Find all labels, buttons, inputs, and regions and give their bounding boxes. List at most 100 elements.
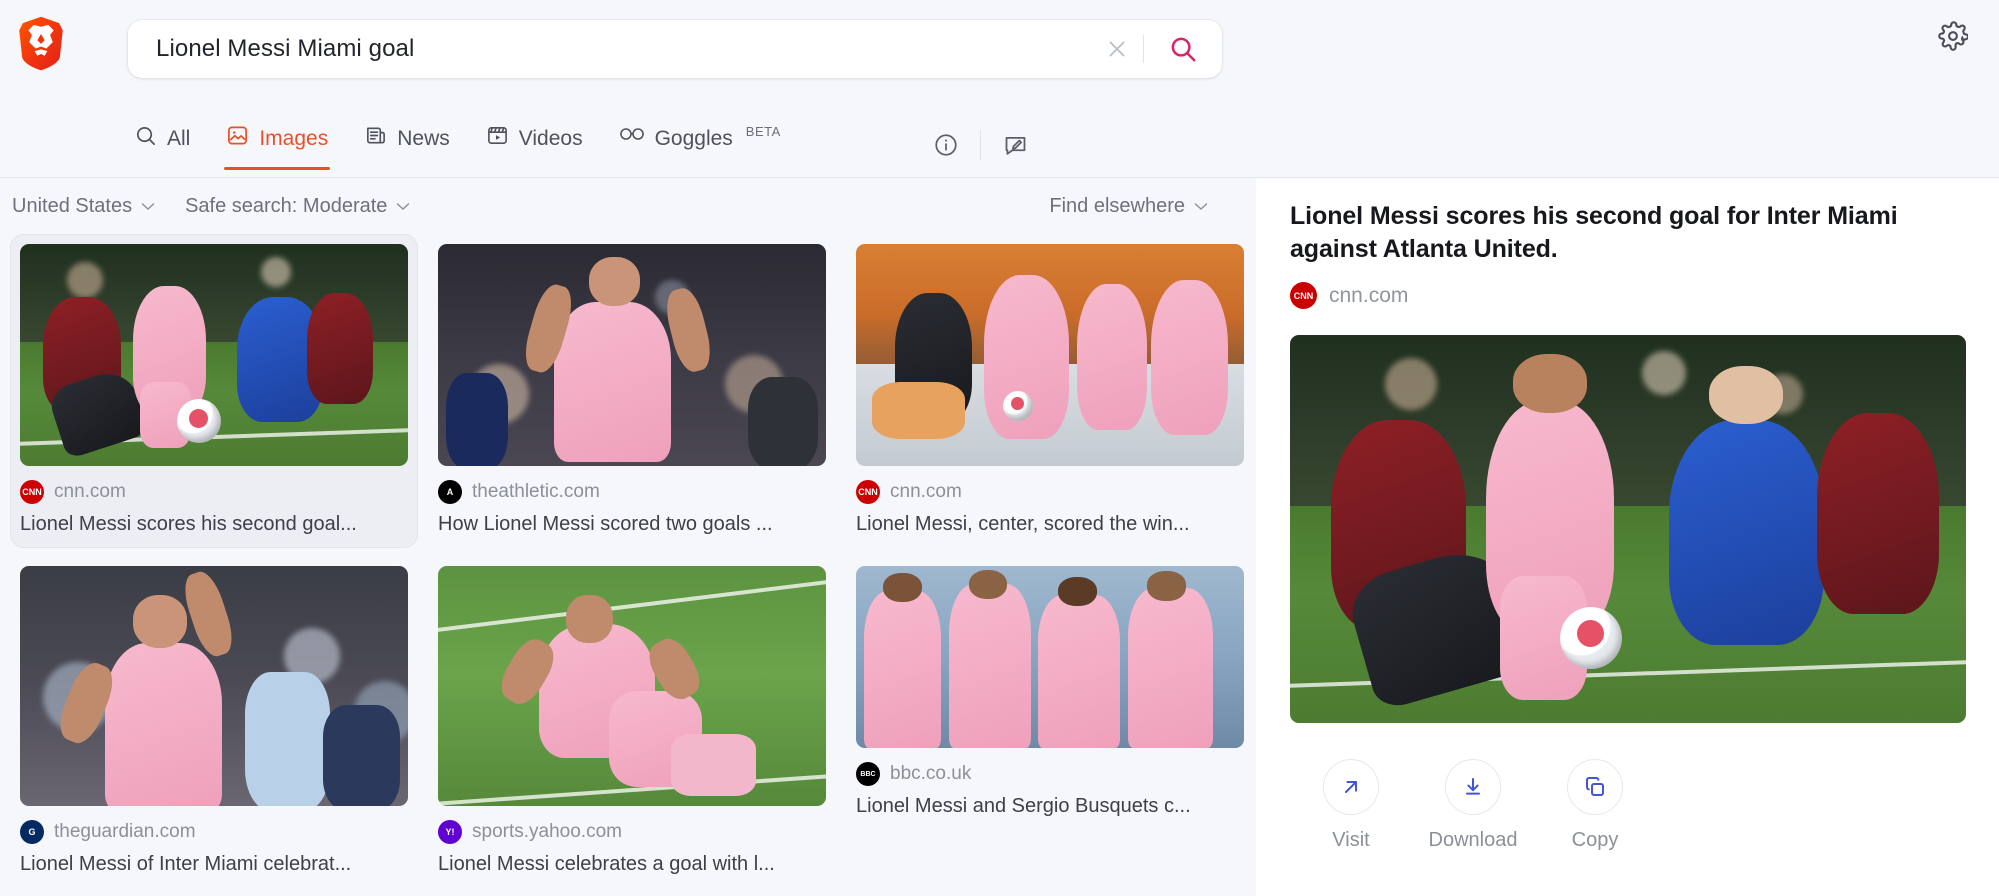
tab-news-label: News [397,127,450,150]
visit-label: Visit [1332,829,1370,851]
result-caption: Lionel Messi of Inter Miami celebrat... [20,853,352,875]
info-button[interactable] [922,124,970,166]
result-thumbnail[interactable] [438,244,826,466]
photo-messi-shot-vs-keeper [1290,335,1966,723]
result-source-name: cnn.com [890,481,962,502]
chevron-down-icon [141,202,155,210]
tab-videos-label: Videos [518,127,583,150]
photo-messi-shot-vs-keeper [20,244,408,466]
goggles-icon [619,128,644,140]
image-result-card[interactable]: CNN cnn.com Lionel Messi scores his seco… [10,234,418,548]
image-icon [228,126,248,145]
result-caption: How Lionel Messi scored two goals ... [438,513,773,535]
tab-all[interactable]: All [120,116,204,170]
info-icon [935,134,957,156]
photo-messi-celebrating-arms-up [438,244,826,466]
search-input[interactable] [128,21,1091,77]
tab-goggles[interactable]: Goggles BETA [605,116,795,170]
image-result-card[interactable]: BBC bbc.co.uk Lionel Messi and Sergio Bu… [846,556,1254,888]
result-source-name: bbc.co.uk [890,763,972,784]
image-results-grid: CNN cnn.com Lionel Messi scores his seco… [0,234,1256,896]
clear-search-button[interactable] [1091,21,1143,77]
cnn-favicon: CNN [856,480,880,504]
chevron-down-icon [397,202,410,210]
brave-lion-logo[interactable] [12,14,70,72]
result-thumbnail[interactable] [438,566,826,806]
detail-image[interactable] [1290,335,1966,723]
result-source-name: sports.yahoo.com [472,821,622,842]
visit-button[interactable]: Visit [1290,759,1412,852]
detail-source-name: cnn.com [1329,283,1409,307]
copy-button[interactable]: Copy [1534,759,1656,852]
detail-actions: Visit Download Copy [1290,759,1965,852]
chevron-down-icon [1194,202,1208,210]
search-submit-button[interactable] [1144,21,1222,77]
image-result-card[interactable]: Y! sports.yahoo.com Lionel Messi celebra… [428,556,836,888]
tab-all-label: All [167,127,191,150]
result-source-name: cnn.com [54,481,126,502]
result-thumbnail[interactable] [20,244,408,466]
filter-safe-search[interactable]: Safe search: Moderate [185,195,410,218]
detail-source[interactable]: CNN cnn.com [1290,282,1965,309]
image-results-column[interactable]: United States Safe search: Moderate Find… [0,178,1256,896]
filter-bar: United States Safe search: Moderate Find… [0,178,1256,234]
photo-messi-arm-raised [20,566,408,806]
image-detail-panel: Lionel Messi scores his second goal for … [1256,178,1999,896]
result-source: CNN cnn.com [856,480,1244,504]
feedback-icon [1005,136,1025,155]
result-caption: Lionel Messi celebrates a goal with l... [438,853,775,875]
result-source: G theguardian.com [20,820,408,844]
result-source: A theathletic.com [438,480,826,504]
search-icon [1171,37,1196,62]
photo-team-huddle-pink [856,566,1244,748]
close-icon [1109,41,1125,57]
video-icon [487,127,507,144]
brave-lion-logo-icon [19,16,63,71]
tab-news[interactable]: News [350,116,464,170]
filter-region-label: United States [12,194,133,217]
result-caption: Lionel Messi scores his second goal... [20,513,357,535]
tab-goggles-badge: BETA [745,124,781,139]
search-bar [128,20,1222,78]
gear-icon [1938,21,1968,51]
brave-search-images-page: All Images News [0,0,1999,896]
copy-icon [1586,777,1604,796]
external-link-icon [1345,781,1357,793]
tab-images[interactable]: Images [212,116,342,170]
result-thumbnail[interactable] [856,244,1244,466]
page-header: All Images News [0,0,1999,178]
image-result-card[interactable]: A theathletic.com How Lionel Messi score… [428,234,836,548]
photo-knee-slide-celebration [438,566,826,806]
result-thumbnail[interactable] [856,566,1244,748]
tab-actions [922,124,1039,166]
yahoo-favicon: Y! [438,820,462,844]
image-result-card[interactable]: CNN cnn.com Lionel Messi, center, scored… [846,234,1254,548]
copy-icon-circle [1567,759,1623,815]
cnn-favicon: CNN [20,480,44,504]
news-icon [367,127,386,144]
result-source: CNN cnn.com [20,480,408,504]
image-result-card[interactable]: G theguardian.com Lionel Messi of Inter … [10,556,418,888]
tab-actions-divider [980,130,981,160]
tab-images-label: Images [259,127,329,150]
download-label: Download [1428,829,1518,851]
feedback-button[interactable] [991,124,1039,166]
result-caption: Lionel Messi, center, scored the win... [856,513,1190,535]
detail-title: Lionel Messi scores his second goal for … [1290,202,1898,263]
photo-players-scrum-pink [856,244,1244,466]
result-source: BBC bbc.co.uk [856,762,1244,786]
settings-button[interactable] [1933,16,1973,56]
bbc-favicon: BBC [856,762,880,786]
download-icon-circle [1445,759,1501,815]
cnn-favicon: CNN [1290,282,1317,309]
result-source-name: theguardian.com [54,821,196,842]
filter-find-elsewhere[interactable]: Find elsewhere [1049,195,1208,218]
download-button[interactable]: Download [1412,759,1534,852]
tab-videos[interactable]: Videos [472,116,597,170]
result-thumbnail[interactable] [20,566,408,806]
filter-region[interactable]: United States [12,195,155,218]
theathletic-favicon: A [438,480,462,504]
result-source: Y! sports.yahoo.com [438,820,826,844]
filter-find-elsewhere-label: Find elsewhere [1049,194,1185,217]
tabs-list: All Images News Videos Goggles BETA [120,116,795,170]
